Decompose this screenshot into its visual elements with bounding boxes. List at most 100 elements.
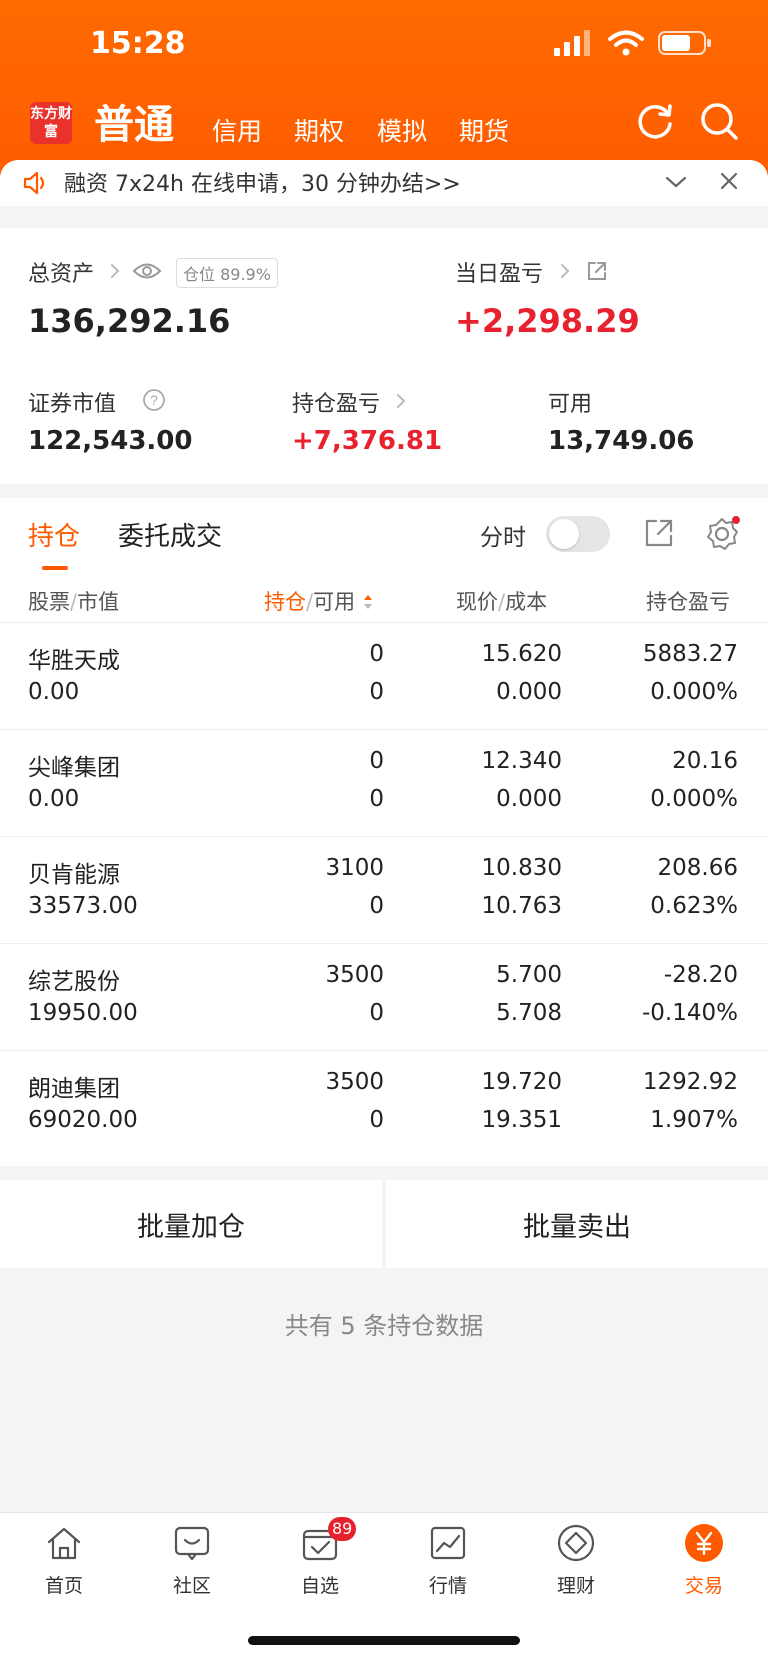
tab-futures[interactable]: 期货 bbox=[459, 112, 509, 148]
batch-sell-button[interactable]: 批量卖出 bbox=[386, 1180, 768, 1268]
stock-name: 尖峰集团 bbox=[28, 755, 120, 781]
speaker-icon bbox=[23, 171, 45, 195]
batch-actions: 批量加仓 批量卖出 bbox=[0, 1180, 768, 1268]
tab-home[interactable]: 首页 bbox=[14, 1523, 114, 1598]
cost-price: 10.763 bbox=[481, 893, 562, 919]
cost-price: 5.708 bbox=[496, 1000, 562, 1026]
close-icon[interactable] bbox=[718, 170, 740, 192]
chevron-right-icon bbox=[397, 394, 406, 408]
holdings-count: 共有 5 条持仓数据 bbox=[284, 1312, 484, 1340]
chevron-right-icon bbox=[561, 264, 570, 278]
available-value: 13,749.06 bbox=[548, 426, 695, 456]
holding-pl-label[interactable]: 持仓盈亏 bbox=[292, 386, 380, 418]
header-position[interactable]: 持仓/可用 bbox=[264, 586, 374, 616]
community-icon bbox=[174, 1526, 210, 1561]
tab-credit[interactable]: 信用 bbox=[212, 112, 262, 148]
daily-pl-value: +2,298.29 bbox=[455, 302, 640, 340]
chevron-right-icon bbox=[111, 264, 120, 278]
watchlist-badge: 89 bbox=[328, 1517, 357, 1541]
holding-pl: 208.66 bbox=[657, 855, 738, 881]
available-label: 可用 bbox=[548, 392, 593, 417]
status-icons bbox=[554, 30, 712, 56]
tab-market[interactable]: 行情 bbox=[398, 1523, 498, 1598]
svg-text:?: ? bbox=[150, 392, 158, 408]
tab-simulated[interactable]: 模拟 bbox=[377, 112, 427, 148]
holding-pl: 5883.27 bbox=[642, 641, 738, 667]
header-stock: 股票/市值 bbox=[28, 590, 120, 614]
intraday-toggle[interactable] bbox=[546, 516, 610, 552]
battery-icon bbox=[658, 31, 711, 55]
table-row[interactable]: 朗迪集团 69020.00 3500 0 19.720 19.351 1292.92 1.90… bbox=[0, 1050, 768, 1157]
home-indicator bbox=[248, 1636, 520, 1645]
app-logo: 东方财富 bbox=[30, 102, 72, 144]
market-value: 19950.00 bbox=[28, 1000, 138, 1026]
tab-orders[interactable]: 委托成交 bbox=[118, 516, 222, 553]
wifi-icon bbox=[608, 30, 644, 56]
holding-pl-pct: 0.000% bbox=[650, 679, 738, 705]
securities-value: 122,543.00 bbox=[28, 426, 193, 456]
current-price: 15.620 bbox=[481, 641, 562, 667]
asset-summary: 总资产 仓位 89.9% 136,292.16 当日盈亏 +2,298.29 证… bbox=[0, 228, 768, 484]
market-value: 33573.00 bbox=[28, 893, 138, 919]
header-price: 现价/成本 bbox=[456, 590, 548, 614]
refresh-icon[interactable] bbox=[634, 100, 676, 142]
eye-icon[interactable] bbox=[132, 260, 162, 282]
available-qty: 0 bbox=[369, 893, 384, 919]
position-qty: 0 bbox=[369, 641, 384, 667]
status-time: 15:28 bbox=[90, 26, 186, 61]
position-qty: 0 bbox=[369, 748, 384, 774]
market-value: 0.00 bbox=[28, 679, 80, 705]
export-icon[interactable] bbox=[644, 518, 674, 548]
table-row[interactable]: 贝肯能源 33573.00 3100 0 10.830 10.763 208.66 0.623… bbox=[0, 836, 768, 943]
table-row[interactable]: 综艺股份 19950.00 3500 0 5.700 5.708 -28.20 -0.140% bbox=[0, 943, 768, 1050]
holding-pl: -28.20 bbox=[663, 962, 738, 988]
stock-name: 华胜天成 bbox=[28, 648, 120, 674]
tab-positions[interactable]: 持仓 bbox=[28, 516, 80, 553]
batch-add-button[interactable]: 批量加仓 bbox=[0, 1180, 382, 1268]
stock-name: 贝肯能源 bbox=[28, 862, 120, 888]
tab-community[interactable]: 社区 bbox=[142, 1523, 242, 1598]
total-assets-label[interactable]: 总资产 bbox=[28, 256, 94, 288]
gear-icon[interactable] bbox=[704, 516, 740, 552]
available-qty: 0 bbox=[369, 679, 384, 705]
position-qty: 3500 bbox=[325, 1069, 384, 1095]
notice-bar[interactable]: 融资 7x24h 在线申请，30 分钟办结>> bbox=[0, 160, 768, 206]
market-value: 0.00 bbox=[28, 786, 80, 812]
stock-name: 综艺股份 bbox=[28, 969, 120, 995]
available-qty: 0 bbox=[369, 1000, 384, 1026]
app-header: 15:28 东方财富 普通 信用 期权 模拟 期货 融资 7x24h 在线申请，… bbox=[0, 0, 768, 206]
cost-price: 19.351 bbox=[481, 1107, 562, 1133]
status-bar: 15:28 bbox=[0, 0, 768, 90]
current-price: 12.340 bbox=[481, 748, 562, 774]
holding-pl: 20.16 bbox=[672, 748, 738, 774]
header-pl: 持仓盈亏 bbox=[646, 590, 730, 614]
table-row[interactable]: 尖峰集团 0.00 0 0 12.340 0.000 20.16 0.000% bbox=[0, 729, 768, 836]
tab-wealth[interactable]: 理财 bbox=[526, 1523, 626, 1598]
intraday-toggle-label: 分时 bbox=[480, 525, 526, 551]
share-icon[interactable] bbox=[586, 260, 608, 282]
available-qty: 0 bbox=[369, 1107, 384, 1133]
tab-normal[interactable]: 普通 bbox=[94, 92, 174, 150]
help-icon[interactable]: ? bbox=[142, 388, 166, 412]
chevron-down-icon[interactable] bbox=[664, 172, 688, 192]
tab-trade[interactable]: 交易 bbox=[654, 1523, 754, 1598]
table-row[interactable]: 华胜天成 0.00 0 0 15.620 0.000 5883.27 0.000% bbox=[0, 622, 768, 729]
holding-pl-pct: 0.623% bbox=[650, 893, 738, 919]
notice-text[interactable]: 融资 7x24h 在线申请，30 分钟办结>> bbox=[64, 166, 461, 198]
holdings-panel: 持仓 委托成交 分时 股票/市值 持仓/可用 现价/成本 持仓盈亏 华胜天成 0.… bbox=[0, 498, 768, 1166]
cost-price: 0.000 bbox=[496, 786, 562, 812]
holding-pl-pct: 1.907% bbox=[650, 1107, 738, 1133]
search-icon[interactable] bbox=[698, 100, 740, 142]
holding-pl-value: +7,376.81 bbox=[292, 426, 443, 456]
position-qty: 3100 bbox=[325, 855, 384, 881]
tab-options[interactable]: 期权 bbox=[294, 112, 344, 148]
current-price: 19.720 bbox=[481, 1069, 562, 1095]
cost-price: 0.000 bbox=[496, 679, 562, 705]
tab-watchlist[interactable]: 自选 89 bbox=[270, 1517, 370, 1598]
daily-pl-label[interactable]: 当日盈亏 bbox=[455, 256, 543, 288]
nav-row: 东方财富 普通 信用 期权 模拟 期货 bbox=[0, 92, 768, 162]
available-qty: 0 bbox=[369, 786, 384, 812]
total-assets-value: 136,292.16 bbox=[28, 302, 231, 340]
market-value: 69020.00 bbox=[28, 1107, 138, 1133]
trade-icon bbox=[685, 1524, 723, 1562]
